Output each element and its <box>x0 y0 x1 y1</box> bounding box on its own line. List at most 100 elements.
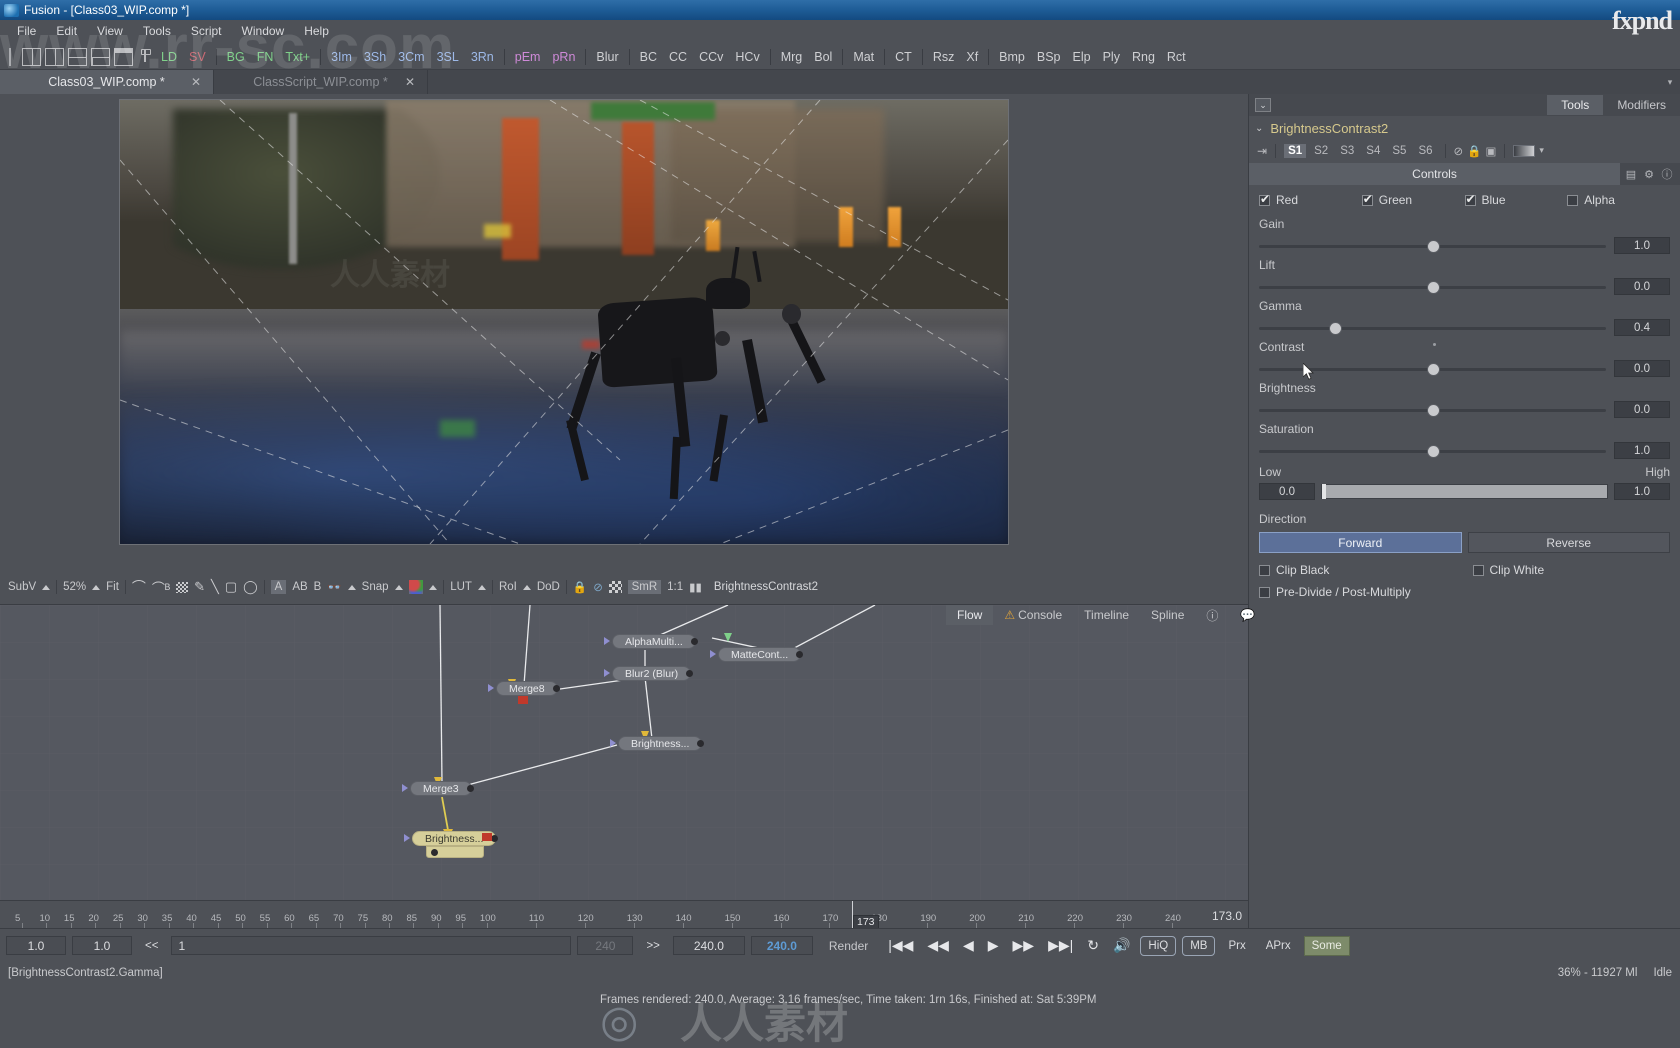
pin-icon[interactable]: ⇥ <box>1257 144 1267 158</box>
toolbar-button-hcv[interactable]: HCv <box>729 48 765 66</box>
node-input-arrow[interactable] <box>610 739 616 747</box>
disable-icon[interactable]: ⊘ <box>1454 144 1464 158</box>
toolbar-button-cc[interactable]: CC <box>663 48 693 66</box>
lock-icon[interactable]: 🔒 <box>573 580 587 594</box>
step-back-icon[interactable]: ◀ <box>959 937 978 954</box>
first-frame-icon[interactable]: |◀◀ <box>884 937 917 954</box>
transport-in-field2[interactable]: 1.0 <box>72 936 132 955</box>
slider-knob[interactable] <box>1427 363 1439 375</box>
viewer-image[interactable] <box>120 100 1008 544</box>
pan-b-icon[interactable]: ⌒ᴮ <box>152 578 170 597</box>
toolbar-button-prn[interactable]: pRn <box>546 48 581 66</box>
checkbox-icon[interactable] <box>1567 194 1579 206</box>
loop-icon[interactable]: ↻ <box>1083 937 1103 954</box>
toolbar-button-3sl[interactable]: 3SL <box>431 48 465 66</box>
tab-timeline[interactable]: Timeline <box>1073 605 1140 625</box>
direction-reverse-button[interactable]: Reverse <box>1467 532 1670 553</box>
close-icon[interactable]: ✕ <box>191 75 201 89</box>
checkbox-icon[interactable] <box>1259 564 1270 576</box>
checkbox-icon[interactable] <box>1259 192 1270 206</box>
toolbar-button-ld[interactable]: LD <box>155 48 183 66</box>
menu-help[interactable]: Help <box>295 22 338 40</box>
state-s6[interactable]: S6 <box>1414 144 1436 158</box>
flow-node[interactable]: Merge8 <box>488 681 560 696</box>
viewer1-dod-button[interactable]: DoD <box>537 581 560 593</box>
gear-icon[interactable]: ⚙ <box>1640 166 1658 182</box>
gradient-icon[interactable] <box>1513 144 1536 157</box>
quality-some-button[interactable]: Some <box>1303 935 1350 956</box>
rect-roi-icon[interactable]: ▢ <box>225 579 237 595</box>
comp-tab-classscript[interactable]: ClassScript_WIP.comp * ✕ <box>214 70 428 94</box>
toolbar-button-fn[interactable]: FN <box>251 48 280 66</box>
viewer-pane[interactable]: SubV 100% Fit ⌒ ⁙ ✎ ✧ ▢ ◯ A AB B 👓 <box>0 94 1248 693</box>
toolbar-button-mrg[interactable]: Mrg <box>775 48 809 66</box>
param-value[interactable]: 1.0 <box>1614 442 1670 459</box>
range-total-field[interactable]: 240.0 <box>672 936 745 955</box>
stacked-view-icon[interactable] <box>114 47 133 66</box>
quality-prx-button[interactable]: Prx <box>1221 936 1252 956</box>
state-s4[interactable]: S4 <box>1362 144 1384 158</box>
stereo-icon[interactable]: 👓 <box>327 580 341 594</box>
checkbox-predivide[interactable]: Pre-Divide / Post-Multiply <box>1259 585 1670 599</box>
pan-tool-icon[interactable]: ⌒ <box>132 577 146 597</box>
checkbox-clip-black[interactable]: Clip Black <box>1259 563 1465 577</box>
toolbar-button-pem[interactable]: pEm <box>509 48 547 66</box>
toolbar-button-bol[interactable]: Bol <box>808 48 838 66</box>
viewer1-subview-button[interactable]: SubV <box>8 581 36 593</box>
chevron-up-icon[interactable] <box>42 584 51 590</box>
checkbox-red[interactable]: Red <box>1259 192 1362 207</box>
viewer1-lut-button[interactable]: LUT <box>450 581 472 593</box>
inspector-collapse-icon[interactable]: ⌄ <box>1255 98 1271 112</box>
info-icon[interactable]: ⓘ <box>1658 166 1676 182</box>
toolbar-button-ct[interactable]: CT <box>889 48 918 66</box>
grid-icon[interactable] <box>176 581 189 593</box>
node-output-dot[interactable] <box>466 785 474 792</box>
tab-spline[interactable]: Spline <box>1140 605 1195 625</box>
save-icon[interactable]: ▣ <box>1486 144 1497 158</box>
chevron-up-icon[interactable] <box>522 584 531 590</box>
prev-range-button[interactable]: << <box>138 936 165 956</box>
menu-script[interactable]: Script <box>182 22 231 40</box>
viewer1-buffer-ab[interactable]: AB <box>292 581 307 593</box>
toolbar-button-bc[interactable]: BC <box>634 48 663 66</box>
ellipse-roi-icon[interactable]: ◯ <box>243 579 258 595</box>
chevron-up-icon[interactable] <box>429 584 438 590</box>
toolbar-button-rsz[interactable]: Rsz <box>927 48 961 66</box>
tab-controls[interactable]: Controls <box>1249 163 1620 185</box>
param-value[interactable]: 0.0 <box>1614 360 1670 377</box>
toolbar-button-rct[interactable]: Rct <box>1161 48 1192 66</box>
audio-icon[interactable]: 🔊 <box>1109 937 1134 954</box>
toolbar-button-3sh[interactable]: 3Sh <box>358 48 392 66</box>
range-start-field[interactable]: 1 <box>171 936 572 955</box>
chevron-up-icon[interactable] <box>347 584 356 590</box>
param-slider[interactable] <box>1259 239 1606 253</box>
param-value[interactable]: 1.0 <box>1614 237 1670 254</box>
tab-console[interactable]: ⚠ Console <box>993 605 1073 625</box>
tab-tools[interactable]: Tools <box>1547 95 1604 115</box>
tab-flow[interactable]: Flow <box>946 605 994 625</box>
slider-knob[interactable] <box>1427 445 1439 457</box>
quad-view-icon[interactable] <box>91 47 110 66</box>
viewer1-buffer-a[interactable]: A <box>270 580 287 594</box>
node-input-arrow[interactable] <box>402 784 408 792</box>
checkbox-icon[interactable] <box>1361 192 1373 206</box>
node-input-arrow[interactable] <box>404 834 410 842</box>
flow-node[interactable]: AlphaMulti... <box>604 634 698 649</box>
tab-modifiers[interactable]: Modifiers <box>1603 95 1680 115</box>
param-slider[interactable] <box>1259 321 1606 346</box>
viewer1-roi-button[interactable]: RoI <box>499 581 517 593</box>
viewer1-snap-button[interactable]: Snap <box>362 581 389 593</box>
node-input-arrow[interactable] <box>604 637 610 645</box>
rewind-icon[interactable]: ◀◀ <box>923 937 953 954</box>
state-s3[interactable]: S3 <box>1336 144 1358 158</box>
toolbar-button-mat[interactable]: Mat <box>847 48 880 66</box>
toolbar-button-bg[interactable]: BG <box>221 48 251 66</box>
flow-pane[interactable]: AlphaMulti... MatteCont... Blur2 (Blur) Mer… <box>0 604 1248 901</box>
flow-node[interactable]: Merge3 <box>402 781 474 796</box>
range-low-value[interactable]: 0.0 <box>1259 483 1315 500</box>
range-slider[interactable] <box>1321 484 1608 499</box>
chevron-up-icon[interactable] <box>477 584 486 590</box>
direction-forward-button[interactable]: Forward <box>1259 532 1462 553</box>
node-output-dot[interactable] <box>552 685 560 692</box>
range-low-handle[interactable] <box>1322 484 1326 499</box>
